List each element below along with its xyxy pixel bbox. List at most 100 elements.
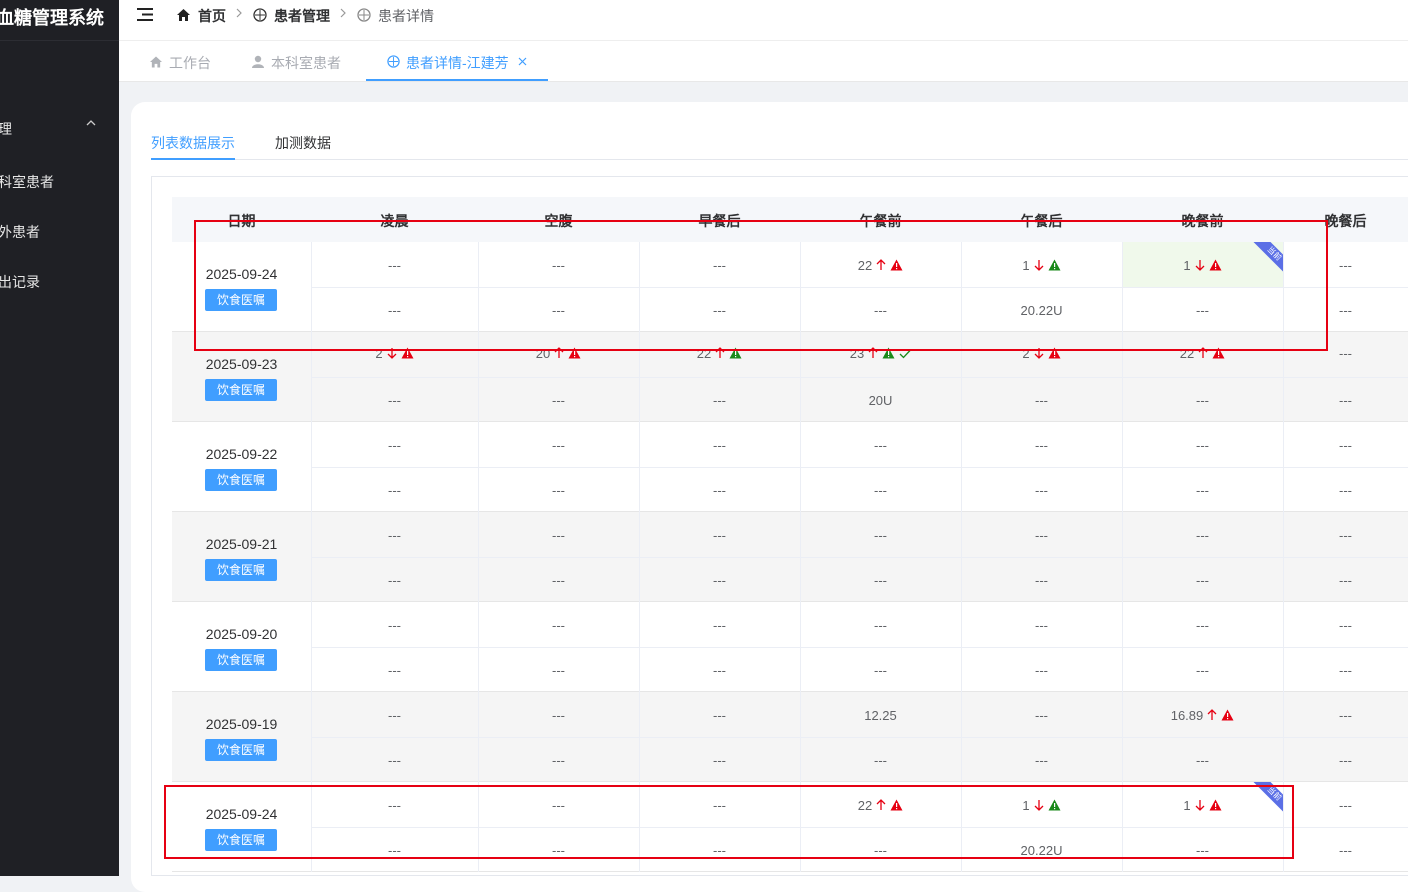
glucose-cell[interactable]: ---: [1122, 438, 1283, 453]
subtab-extra-measurements[interactable]: 加测数据: [275, 133, 331, 153]
glucose-cell[interactable]: ---: [311, 393, 478, 408]
glucose-value: ---: [1339, 483, 1352, 498]
glucose-cell[interactable]: ---: [1122, 393, 1283, 408]
glucose-cell[interactable]: ---: [478, 573, 639, 588]
glucose-cell[interactable]: ---: [961, 483, 1122, 498]
glucose-cell[interactable]: ---: [1283, 708, 1408, 723]
breadcrumb-home[interactable]: 首页: [198, 6, 226, 26]
glucose-cell[interactable]: ---: [1283, 438, 1408, 453]
glucose-cell[interactable]: ---: [311, 528, 478, 543]
glucose-cell[interactable]: ---: [1122, 618, 1283, 633]
glucose-cell[interactable]: ---: [800, 438, 961, 453]
glucose-cell[interactable]: ---: [311, 708, 478, 723]
diet-order-button[interactable]: 饮食医嘱: [205, 649, 277, 671]
glucose-cell[interactable]: ---: [961, 708, 1122, 723]
glucose-cell[interactable]: ---: [800, 573, 961, 588]
glucose-cell[interactable]: ---: [478, 708, 639, 723]
glucose-cell[interactable]: ---: [1283, 528, 1408, 543]
glucose-cell[interactable]: ---: [800, 753, 961, 768]
glucose-cell[interactable]: ---: [1122, 573, 1283, 588]
glucose-cell[interactable]: ---: [311, 663, 478, 678]
glucose-cell[interactable]: ---: [478, 753, 639, 768]
glucose-cell[interactable]: ---: [1122, 753, 1283, 768]
glucose-cell[interactable]: ---: [639, 393, 800, 408]
glucose-cell[interactable]: ---: [639, 528, 800, 543]
glucose-cell[interactable]: ---: [961, 573, 1122, 588]
glucose-cell[interactable]: ---: [311, 438, 478, 453]
column-divider: [800, 692, 801, 782]
column-divider: [478, 512, 479, 602]
subtab-divider: [151, 159, 1408, 160]
glucose-cell[interactable]: ---: [1122, 528, 1283, 543]
glucose-cell[interactable]: ---: [1283, 753, 1408, 768]
glucose-cell[interactable]: ---: [961, 618, 1122, 633]
chevron-up-icon[interactable]: [86, 118, 96, 128]
glucose-cell[interactable]: ---: [1283, 843, 1408, 858]
diet-order-button[interactable]: 饮食医嘱: [205, 559, 277, 581]
glucose-value: ---: [874, 573, 887, 588]
tab-workbench[interactable]: 工作台: [169, 53, 211, 73]
glucose-cell[interactable]: ---: [311, 753, 478, 768]
glucose-cell[interactable]: 16.89: [1122, 708, 1283, 723]
glucose-cell[interactable]: ---: [1283, 618, 1408, 633]
subtab-list-view[interactable]: 列表数据展示: [151, 133, 235, 153]
glucose-cell[interactable]: ---: [1122, 663, 1283, 678]
glucose-cell[interactable]: ---: [639, 663, 800, 678]
glucose-cell[interactable]: 20U: [800, 393, 961, 408]
tab-patient-detail[interactable]: 患者详情-江建芳: [406, 53, 509, 73]
glucose-cell[interactable]: ---: [961, 528, 1122, 543]
glucose-value: ---: [1035, 573, 1048, 588]
glucose-cell[interactable]: ---: [800, 483, 961, 498]
glucose-cell[interactable]: ---: [1283, 483, 1408, 498]
tab-dept-patients[interactable]: 本科室患者: [271, 53, 341, 73]
glucose-cell[interactable]: ---: [800, 618, 961, 633]
glucose-cell[interactable]: ---: [478, 663, 639, 678]
glucose-value: ---: [1339, 528, 1352, 543]
glucose-cell[interactable]: ---: [639, 753, 800, 768]
arrow-up-icon: [1207, 709, 1217, 720]
glucose-cell[interactable]: ---: [478, 618, 639, 633]
glucose-cell[interactable]: ---: [1283, 573, 1408, 588]
column-divider: [639, 512, 640, 602]
menu-toggle-icon[interactable]: [137, 8, 153, 21]
breadcrumb-patient-management[interactable]: 患者管理: [274, 6, 330, 26]
glucose-value: ---: [713, 618, 726, 633]
diet-order-button[interactable]: 饮食医嘱: [205, 379, 277, 401]
glucose-cell[interactable]: ---: [1283, 663, 1408, 678]
glucose-cell[interactable]: ---: [639, 438, 800, 453]
glucose-value: ---: [1339, 346, 1352, 361]
glucose-cell[interactable]: ---: [800, 663, 961, 678]
glucose-cell[interactable]: ---: [311, 483, 478, 498]
glucose-cell[interactable]: ---: [1283, 798, 1408, 813]
sidebar-item-other-patients[interactable]: 外患者: [0, 222, 40, 242]
row-date: 2025-09-23: [205, 356, 278, 372]
glucose-cell[interactable]: ---: [961, 753, 1122, 768]
glucose-cell[interactable]: ---: [478, 483, 639, 498]
glucose-cell[interactable]: 12.25: [800, 708, 961, 723]
glucose-cell[interactable]: ---: [1122, 483, 1283, 498]
table-row: 2025-09-21 饮食医嘱 --- --- --- --- --- --- --- --- --…: [172, 512, 1408, 602]
glucose-cell[interactable]: ---: [639, 483, 800, 498]
glucose-cell[interactable]: ---: [961, 663, 1122, 678]
sidebar-item-manage[interactable]: 理: [0, 119, 12, 139]
glucose-cell[interactable]: ---: [961, 438, 1122, 453]
glucose-cell[interactable]: ---: [311, 618, 478, 633]
diet-order-button[interactable]: 饮食医嘱: [205, 469, 277, 491]
close-icon[interactable]: [518, 57, 527, 66]
column-divider: [478, 422, 479, 512]
glucose-cell[interactable]: ---: [639, 573, 800, 588]
glucose-cell[interactable]: ---: [478, 528, 639, 543]
glucose-cell[interactable]: ---: [639, 618, 800, 633]
sidebar-item-discharge-records[interactable]: 出记录: [0, 272, 40, 292]
glucose-cell[interactable]: ---: [961, 393, 1122, 408]
glucose-cell[interactable]: ---: [1283, 393, 1408, 408]
sidebar-item-dept-patients[interactable]: 科室患者: [0, 172, 54, 192]
diet-order-button[interactable]: 饮食医嘱: [205, 739, 277, 761]
glucose-cell[interactable]: ---: [800, 528, 961, 543]
glucose-cell[interactable]: ---: [311, 573, 478, 588]
glucose-value: ---: [1339, 753, 1352, 768]
glucose-value: ---: [713, 438, 726, 453]
glucose-cell[interactable]: ---: [478, 393, 639, 408]
glucose-cell[interactable]: ---: [478, 438, 639, 453]
glucose-cell[interactable]: ---: [639, 708, 800, 723]
